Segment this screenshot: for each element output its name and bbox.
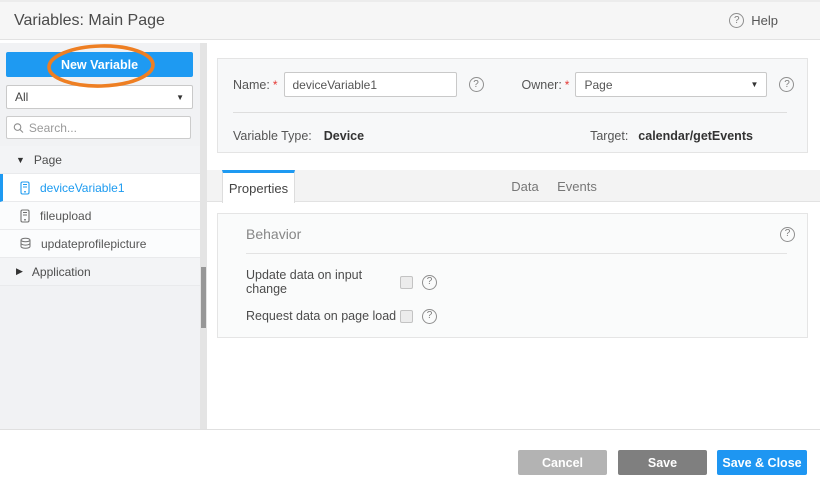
help-link[interactable]: ? Help bbox=[729, 13, 778, 28]
variable-detail-pane: Name: * ? Owner: * Page ▼ ? Variable Typ… bbox=[207, 43, 820, 429]
tree-item-label: deviceVariable1 bbox=[40, 181, 125, 195]
variables-dialog: Variables: Main Page ? Help New Variable… bbox=[0, 0, 820, 486]
owner-help-icon[interactable]: ? bbox=[779, 77, 794, 92]
update-on-input-change-checkbox[interactable] bbox=[400, 276, 413, 289]
tab-events[interactable]: Events bbox=[548, 170, 606, 202]
service-variable-icon bbox=[19, 237, 32, 250]
update-on-input-change-help-icon[interactable]: ? bbox=[422, 275, 437, 290]
type-target-row: Variable Type: Device Target: calendar/g… bbox=[233, 126, 787, 146]
variable-filter-select[interactable]: All ▼ bbox=[6, 85, 193, 109]
tree-group-label: Page bbox=[34, 153, 62, 167]
request-on-page-load-help-icon[interactable]: ? bbox=[422, 309, 437, 324]
owner-label: Owner: bbox=[522, 78, 562, 92]
device-variable-icon bbox=[19, 209, 31, 223]
owner-select[interactable]: Page ▼ bbox=[575, 72, 767, 97]
required-marker: * bbox=[273, 78, 278, 92]
request-on-page-load-row: Request data on page load ? bbox=[246, 308, 437, 324]
variable-type-value: Device bbox=[324, 129, 364, 143]
variable-type-label: Variable Type: bbox=[233, 129, 312, 143]
tree-item-devicevariable1[interactable]: deviceVariable1 bbox=[0, 174, 200, 202]
page-title: Variables: Main Page bbox=[14, 12, 165, 30]
tab-properties[interactable]: Properties bbox=[222, 170, 295, 203]
variable-tree: ▼ Page deviceVariable1 f bbox=[0, 146, 200, 286]
variable-summary-panel: Name: * ? Owner: * Page ▼ ? Variable Typ… bbox=[217, 58, 808, 153]
behavior-title: Behavior bbox=[246, 226, 301, 242]
search-input[interactable] bbox=[29, 121, 184, 135]
update-on-input-change-row: Update data on input change ? bbox=[246, 274, 437, 290]
tab-data[interactable]: Data bbox=[502, 170, 548, 202]
dialog-footer: Cancel Save Save & Close bbox=[0, 429, 820, 486]
update-on-input-change-label: Update data on input change bbox=[246, 268, 400, 296]
behavior-header: Behavior ? bbox=[246, 226, 795, 242]
help-icon: ? bbox=[729, 13, 744, 28]
name-owner-row: Name: * ? Owner: * Page ▼ ? bbox=[233, 72, 792, 97]
save-button[interactable]: Save bbox=[618, 450, 707, 475]
save-and-close-button[interactable]: Save & Close bbox=[717, 450, 807, 475]
variables-sidebar: New Variable All ▼ ▼ Page bbox=[0, 43, 200, 429]
cancel-button[interactable]: Cancel bbox=[518, 450, 607, 475]
detail-tabbar: Properties Data Events bbox=[207, 170, 820, 202]
request-on-page-load-label: Request data on page load bbox=[246, 309, 400, 323]
target-label: Target: bbox=[590, 129, 628, 143]
name-help-icon[interactable]: ? bbox=[469, 77, 484, 92]
search-icon bbox=[13, 122, 24, 134]
owner-group: Owner: * Page ▼ ? bbox=[522, 72, 795, 97]
behavior-help-icon[interactable]: ? bbox=[780, 227, 795, 242]
tree-item-label: updateprofilepicture bbox=[41, 237, 146, 251]
chevron-down-icon: ▼ bbox=[751, 80, 759, 89]
tree-item-updateprofilepicture[interactable]: updateprofilepicture bbox=[0, 230, 200, 258]
name-input[interactable] bbox=[284, 72, 457, 97]
device-variable-icon bbox=[19, 181, 31, 195]
target-group: Target: calendar/getEvents bbox=[590, 129, 753, 143]
form-divider bbox=[233, 112, 787, 113]
tree-group-page[interactable]: ▼ Page bbox=[0, 146, 200, 174]
caret-right-icon: ▶ bbox=[16, 266, 23, 277]
help-label: Help bbox=[751, 13, 778, 28]
scrollbar-thumb[interactable] bbox=[201, 267, 206, 328]
name-label: Name: bbox=[233, 78, 270, 92]
tree-item-label: fileupload bbox=[40, 209, 91, 223]
filter-selected-value: All bbox=[15, 90, 28, 104]
request-on-page-load-checkbox[interactable] bbox=[400, 310, 413, 323]
behavior-section: Behavior ? Update data on input change ?… bbox=[217, 213, 808, 338]
dialog-header: Variables: Main Page ? Help bbox=[0, 0, 820, 40]
sidebar-scrollbar[interactable] bbox=[200, 43, 207, 429]
tree-group-label: Application bbox=[32, 265, 91, 279]
behavior-divider bbox=[246, 253, 787, 254]
chevron-down-icon: ▼ bbox=[176, 93, 184, 102]
target-value: calendar/getEvents bbox=[638, 129, 753, 143]
caret-down-icon: ▼ bbox=[16, 155, 25, 165]
required-marker: * bbox=[565, 78, 570, 92]
owner-selected-value: Page bbox=[584, 78, 612, 92]
tree-item-fileupload[interactable]: fileupload bbox=[0, 202, 200, 230]
tree-group-application[interactable]: ▶ Application bbox=[0, 258, 200, 286]
variable-search[interactable] bbox=[6, 116, 191, 139]
new-variable-button[interactable]: New Variable bbox=[6, 52, 193, 77]
